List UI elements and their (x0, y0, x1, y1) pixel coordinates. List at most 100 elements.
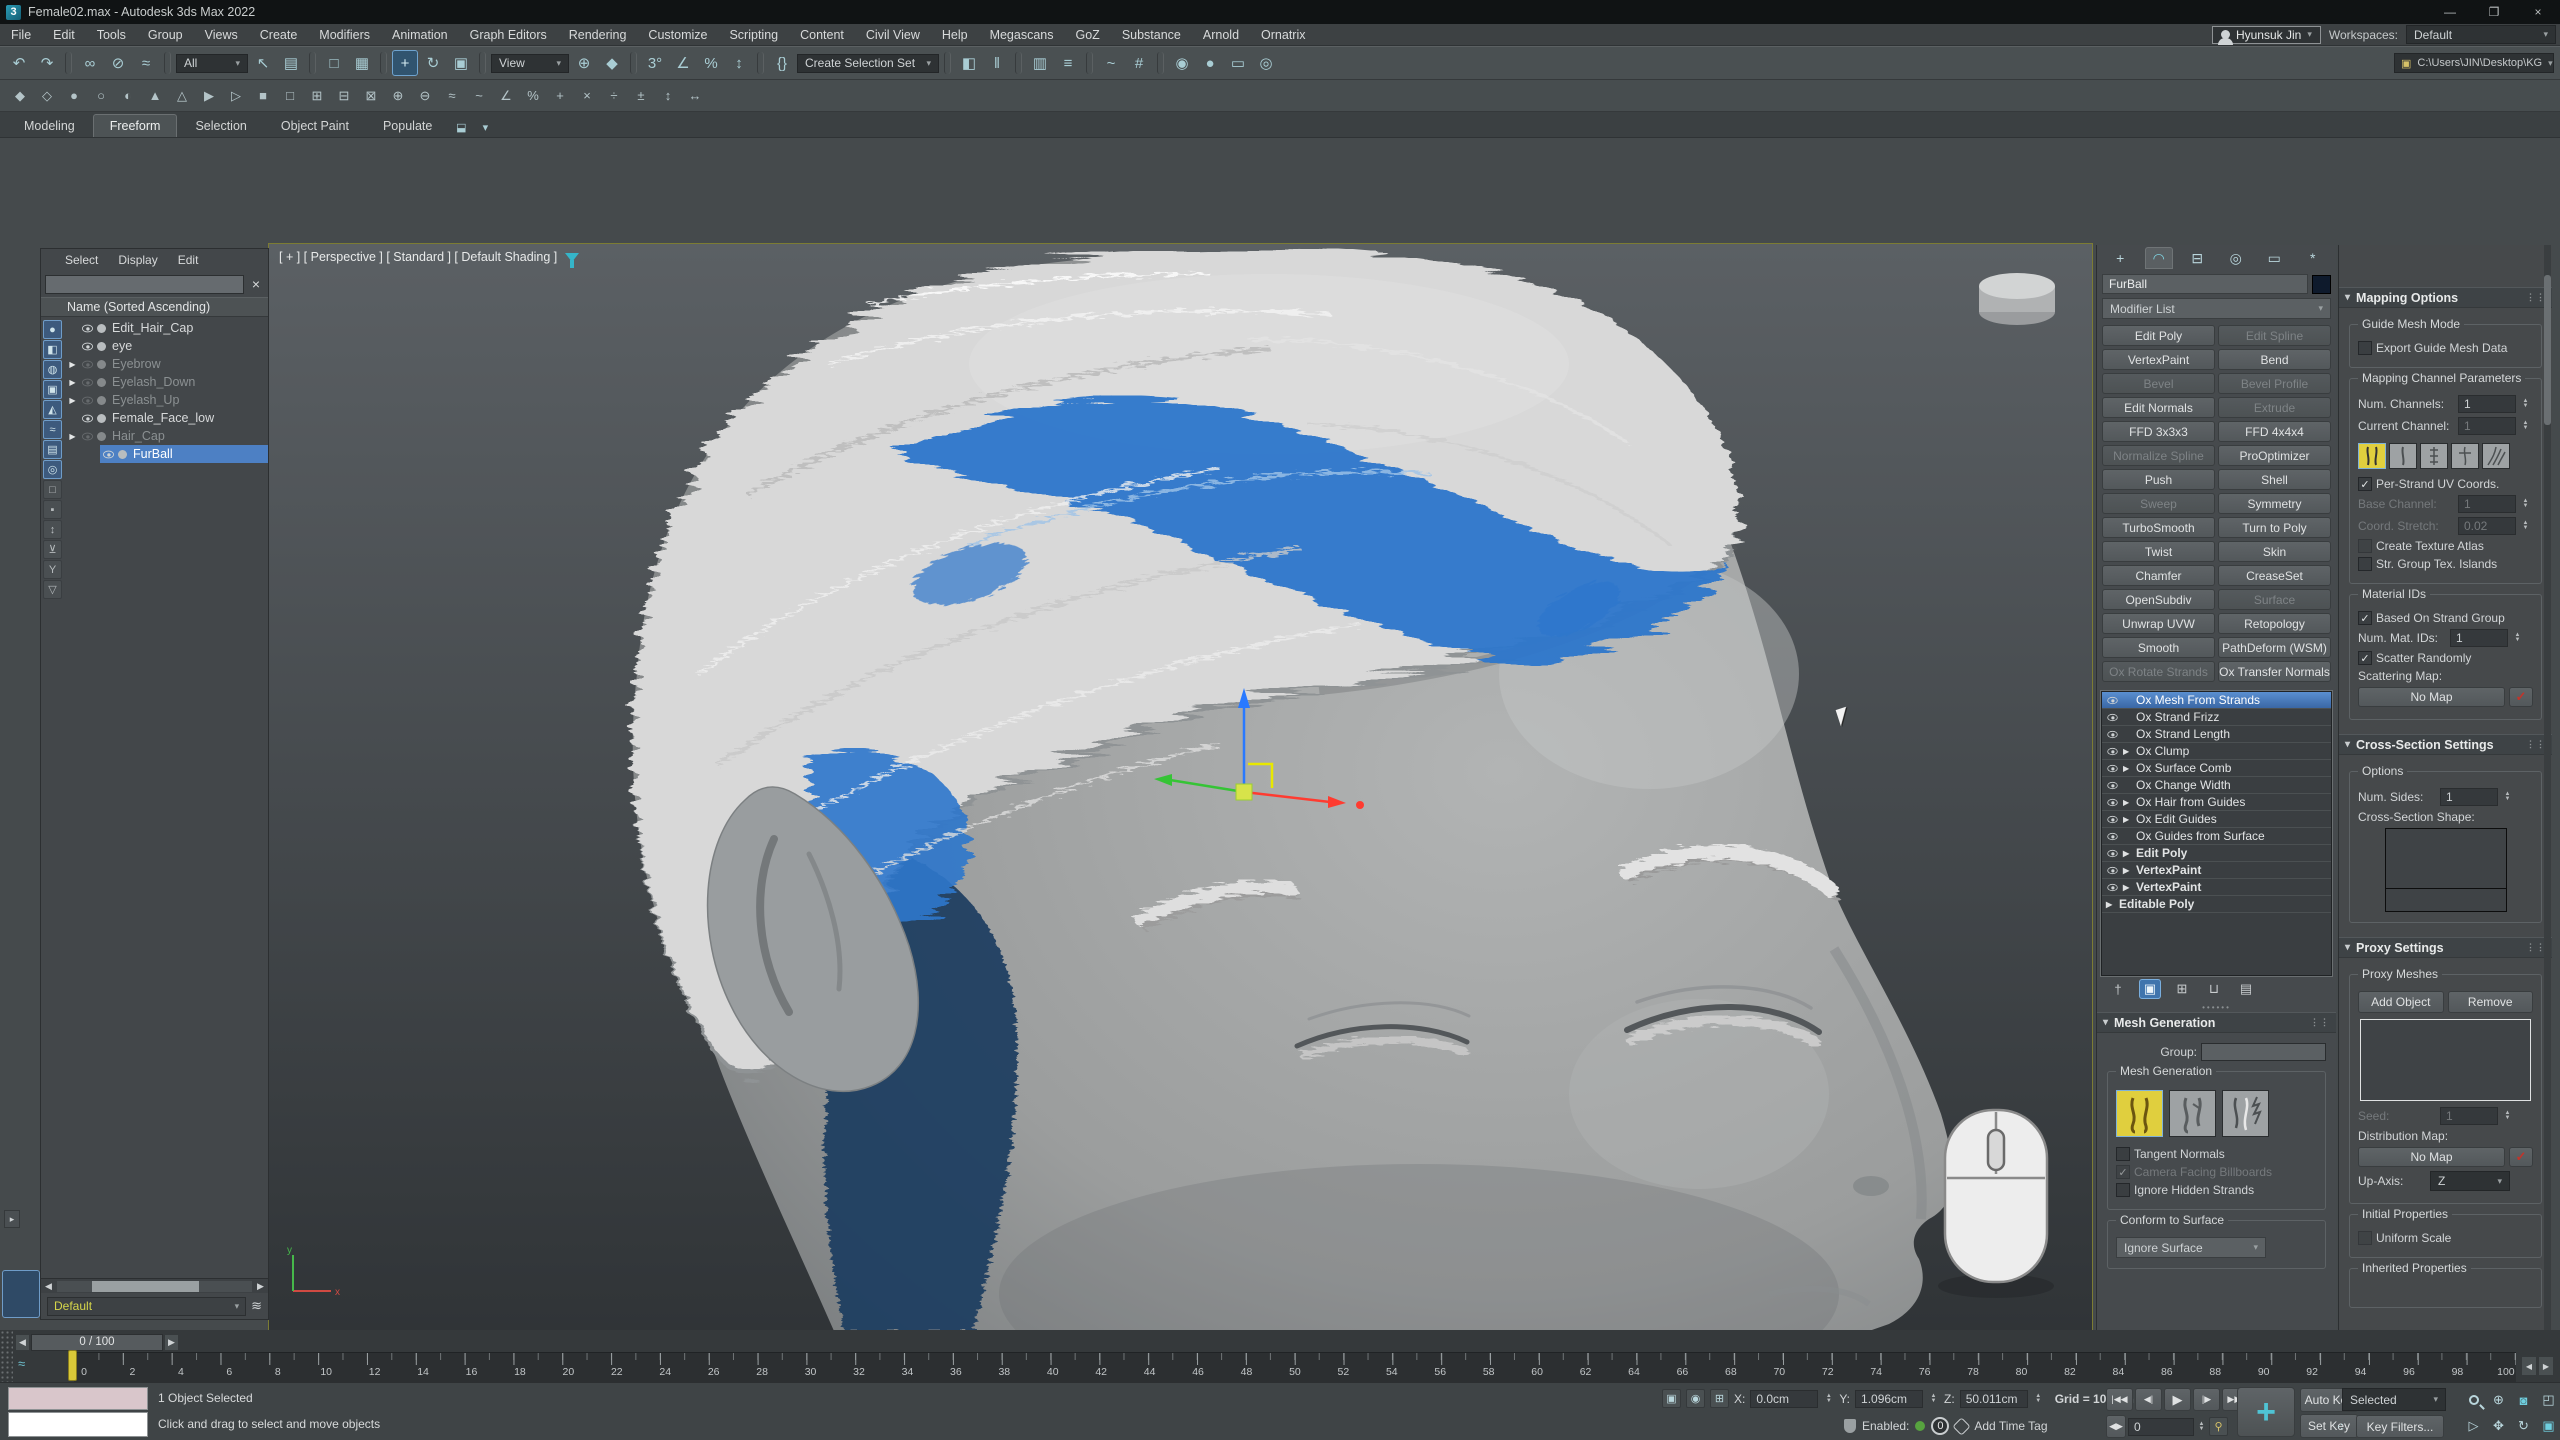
checkbox[interactable] (2358, 539, 2372, 553)
modifier-button[interactable]: Sweep (2102, 493, 2215, 514)
toolbar-icon[interactable]: ▭ (1225, 50, 1251, 76)
menu-item[interactable]: Edit (42, 24, 86, 46)
viewport-label[interactable]: [ + ] [ Perspective ] [ Standard ] [ Def… (279, 250, 579, 264)
transform-type-in-icon[interactable]: ⊞ (1710, 1389, 1729, 1408)
scrollbar-thumb[interactable] (92, 1281, 199, 1292)
mesh-mode-proxy-button[interactable] (2222, 1090, 2269, 1137)
uv-mode-3-button[interactable] (2420, 443, 2448, 469)
viewport-filter-icon[interactable] (565, 253, 579, 262)
checkbox[interactable] (2358, 651, 2372, 665)
ribbon-tab[interactable]: Object Paint (265, 115, 365, 137)
menu-item[interactable]: Scripting (718, 24, 789, 46)
command-panel-tab[interactable]: ◠ (2145, 247, 2173, 269)
zoom-icon[interactable] (2462, 1388, 2485, 1412)
modifier-stack-item[interactable]: ▶ Ox Guides from Surface (2102, 828, 2331, 845)
scrollbar-thumb[interactable] (2544, 275, 2551, 425)
tool-icon[interactable]: ÷ (602, 84, 626, 108)
menu-item[interactable]: Arnold (1192, 24, 1250, 46)
checkbox[interactable] (2358, 477, 2372, 491)
play-button[interactable]: ▶ (2164, 1388, 2191, 1411)
menu-item[interactable]: File (0, 24, 42, 46)
ribbon-tab[interactable]: Modeling (8, 115, 91, 137)
toolbar-icon[interactable]: ● (1197, 50, 1223, 76)
remove-modifier-icon[interactable]: ⊔ (2203, 979, 2225, 999)
explorer-filter-icon[interactable]: ▤ (43, 440, 62, 459)
modifier-eye-icon[interactable] (2107, 696, 2117, 703)
modifier-button[interactable]: TurboSmooth (2102, 517, 2215, 538)
modifier-button[interactable]: Skin (2218, 541, 2331, 562)
list-item[interactable]: ▶ FurBall (64, 445, 268, 463)
explorer-filter-icon[interactable]: ▪ (43, 500, 62, 519)
toolbar-icon[interactable] (1015, 52, 1022, 74)
tool-icon[interactable]: × (575, 84, 599, 108)
current-frame-field[interactable]: 0 (2128, 1418, 2194, 1436)
toolbar-icon[interactable]: ↻ (420, 50, 446, 76)
toolbar-icon[interactable]: ≡ (1055, 50, 1081, 76)
num-channels-field[interactable]: 1 (2458, 395, 2516, 413)
expand-arrow-icon[interactable]: ▶ (66, 360, 79, 369)
make-unique-icon[interactable]: ⊞ (2171, 979, 2193, 999)
viewport-layout-tab[interactable] (2, 1270, 40, 1318)
tool-icon[interactable]: ● (62, 84, 86, 108)
checkbox[interactable] (2358, 611, 2372, 625)
scroll-right-icon[interactable]: ▶ (253, 1281, 268, 1292)
close-button[interactable]: × (2516, 0, 2560, 24)
map-enable-icon[interactable] (2509, 1147, 2533, 1167)
add-time-tag[interactable]: Add Time Tag (1974, 1419, 2047, 1433)
show-end-result-icon[interactable]: ▣ (2139, 979, 2161, 999)
tool-icon[interactable]: □ (278, 84, 302, 108)
expand-arrow-icon[interactable]: ▶ (2123, 849, 2136, 858)
minimize-button[interactable]: — (2428, 0, 2472, 24)
list-item[interactable]: ▶ Female_Face_low (64, 409, 268, 427)
account-button[interactable]: Hyunsuk Jin ▾ (2212, 26, 2321, 44)
toolbar-icon[interactable] (309, 52, 316, 74)
visibility-eye-icon[interactable] (82, 414, 93, 422)
menu-item[interactable]: Help (931, 24, 979, 46)
list-item[interactable]: ▶ Eyebrow (64, 355, 268, 373)
zoom-all-icon[interactable]: ⊕ (2487, 1388, 2510, 1412)
spinner-arrows-icon[interactable]: ▲▼ (2033, 1394, 2044, 1404)
explorer-filter-icon[interactable]: ⊻ (43, 540, 62, 559)
perspective-viewport[interactable]: [ + ] [ Perspective ] [ Standard ] [ Def… (268, 243, 2093, 1332)
map-enable-icon[interactable] (2509, 687, 2533, 707)
uv-mode-4-button[interactable] (2451, 443, 2479, 469)
toolbar-icon[interactable] (380, 52, 387, 74)
maxscript-listener-pink[interactable] (8, 1387, 148, 1410)
explorer-filter-icon[interactable]: ◭ (43, 400, 62, 419)
spinner-arrows-icon[interactable]: ▲▼ (2512, 633, 2523, 643)
modifier-button[interactable]: PathDeform (WSM) (2218, 637, 2331, 658)
modifier-eye-icon[interactable] (2107, 713, 2117, 720)
explorer-filter-icon[interactable]: Y (43, 560, 62, 579)
tool-icon[interactable]: ▷ (224, 84, 248, 108)
menu-item[interactable]: Group (137, 24, 194, 46)
modifier-button[interactable]: Ox Rotate Strands (2102, 661, 2215, 682)
layers-icon[interactable]: ≋ (251, 1298, 262, 1314)
list-item[interactable]: ▶ Eyelash_Up (64, 391, 268, 409)
modifier-eye-icon[interactable] (2107, 764, 2117, 771)
modifier-button[interactable]: Normalize Spline (2102, 445, 2215, 466)
modifier-stack-item[interactable]: ▶ Ox Change Width (2102, 777, 2331, 794)
distribution-map-button[interactable]: No Map (2358, 1147, 2505, 1167)
tool-icon[interactable]: ◇ (35, 84, 59, 108)
tool-icon[interactable]: ▲ (143, 84, 167, 108)
modifier-button[interactable]: Unwrap UVW (2102, 613, 2215, 634)
rollout-header[interactable]: Cross-Section Settings ⋮⋮ (2339, 734, 2552, 755)
expand-arrow-icon[interactable]: ▶ (2123, 866, 2136, 875)
toolbar-icon[interactable] (164, 52, 171, 74)
toolbar-icon[interactable]: ∞ (77, 50, 103, 76)
expand-arrow-icon[interactable]: ▶ (2123, 764, 2136, 773)
menu-item[interactable]: Views (194, 24, 249, 46)
modifier-stack-item[interactable]: ▶ Ox Mesh From Strands (2102, 692, 2331, 709)
toolbar-icon[interactable] (65, 52, 72, 74)
time-slider[interactable]: 0 / 100 (31, 1334, 163, 1351)
uv-mode-5-button[interactable] (2482, 443, 2510, 469)
tool-icon[interactable]: ↕ (656, 84, 680, 108)
pin-stack-icon[interactable]: † (2107, 979, 2129, 999)
command-panel-tab[interactable]: + (2106, 247, 2134, 269)
spinner-arrows-icon[interactable]: ▲▼ (1823, 1394, 1834, 1404)
explorer-filter-icon[interactable]: □ (43, 480, 62, 499)
tool-icon[interactable]: ~ (467, 84, 491, 108)
conform-surface-dropdown[interactable]: Ignore Surface (2116, 1237, 2266, 1258)
explorer-horizontal-scrollbar[interactable]: ◀ ▶ (41, 1278, 268, 1293)
expand-arrow-icon[interactable]: ▶ (2123, 815, 2136, 824)
